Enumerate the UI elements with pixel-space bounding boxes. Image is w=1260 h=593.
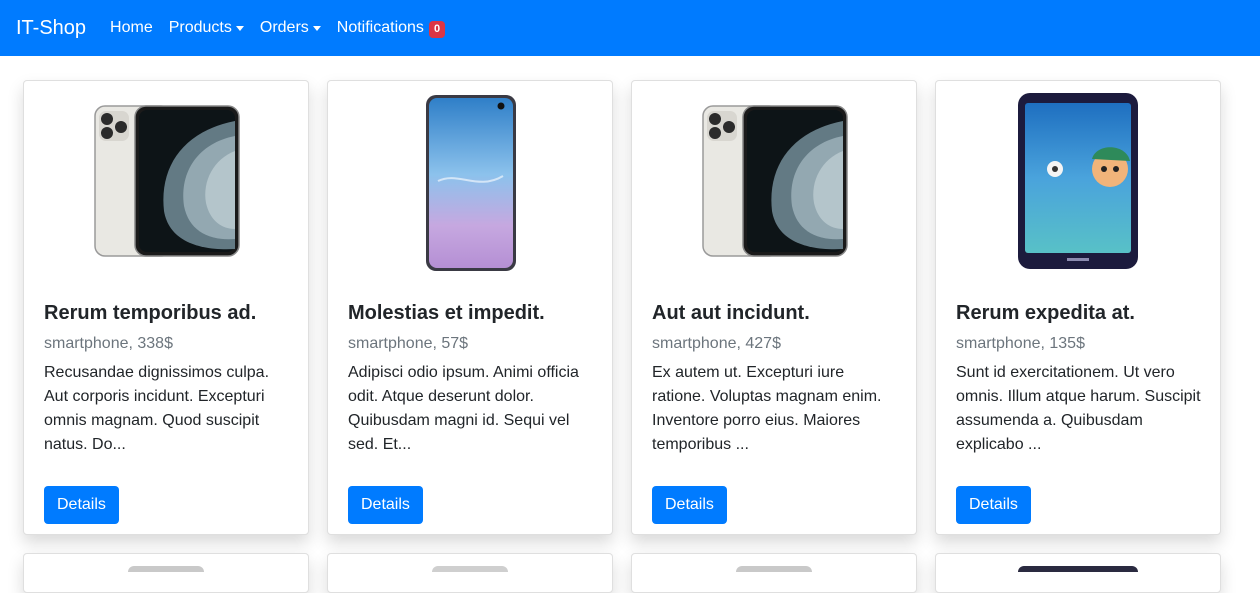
product-card: Aut aut incidunt. smartphone, 427$ Ex au… — [631, 80, 917, 535]
iphone-silver-product-image — [702, 105, 848, 257]
product-card: Molestias et impedit. smartphone, 57$ Ad… — [327, 80, 613, 535]
nav-notifications[interactable]: Notifications 0 — [336, 19, 446, 38]
product-subtitle: smartphone, 338$ — [44, 335, 173, 352]
caret-down-icon — [312, 25, 321, 31]
product-description: Adipisci odio ipsum. Animi officia odit.… — [348, 364, 579, 453]
product-title: Aut aut incidunt. — [652, 302, 810, 324]
phone-image-partial — [736, 566, 812, 572]
product-card-partial — [631, 553, 917, 593]
product-subtitle: smartphone, 427$ — [652, 335, 781, 352]
details-button[interactable]: Details — [348, 486, 423, 524]
nav-orders-label: Orders — [259, 19, 309, 36]
product-title: Molestias et impedit. — [348, 302, 545, 324]
details-button[interactable]: Details — [44, 486, 119, 524]
top-navbar: IT-Shop Home Products Orders Notificatio… — [0, 0, 1260, 56]
caret-down-icon — [235, 25, 244, 31]
product-description: Recusandae dignissimos culpa. Aut corpor… — [44, 364, 270, 453]
phone-image-partial — [128, 566, 204, 572]
nav-notifications-label: Notifications — [336, 19, 424, 36]
card-body: Rerum expedita at. smartphone, 135$ Sunt… — [956, 299, 1202, 457]
card-body: Molestias et impedit. smartphone, 57$ Ad… — [348, 299, 594, 457]
card-body: Rerum temporibus ad. smartphone, 338$ Re… — [44, 299, 290, 457]
galaxy-s10-product-image — [426, 95, 516, 271]
product-card-partial — [935, 553, 1221, 593]
product-card: Rerum temporibus ad. smartphone, 338$ Re… — [23, 80, 309, 535]
iphone-silver-product-image — [94, 105, 240, 257]
product-description: Ex autem ut. Excepturi iure ratione. Vol… — [652, 364, 882, 453]
nav-products-label: Products — [168, 19, 232, 36]
card-body: Aut aut incidunt. smartphone, 427$ Ex au… — [652, 299, 898, 457]
product-subtitle: smartphone, 135$ — [956, 335, 1085, 352]
nav-home[interactable]: Home — [110, 19, 153, 37]
brand-link[interactable]: IT-Shop — [16, 17, 86, 40]
hisense-phone-product-image — [1018, 93, 1138, 269]
product-card-partial — [327, 553, 613, 593]
nav-products-dropdown[interactable]: Products — [169, 19, 244, 37]
product-title: Rerum expedita at. — [956, 302, 1135, 324]
phone-image-partial — [432, 566, 508, 572]
notification-count-badge: 0 — [428, 20, 446, 38]
details-button[interactable]: Details — [956, 486, 1031, 524]
product-card-partial — [23, 553, 309, 593]
nav-orders-dropdown[interactable]: Orders — [260, 19, 321, 37]
details-button[interactable]: Details — [652, 486, 727, 524]
product-description: Sunt id exercitationem. Ut vero omnis. I… — [956, 364, 1201, 453]
product-card: Rerum expedita at. smartphone, 135$ Sunt… — [935, 80, 1221, 535]
nav-home-label: Home — [110, 19, 153, 36]
product-title: Rerum temporibus ad. — [44, 302, 257, 324]
product-subtitle: smartphone, 57$ — [348, 335, 469, 352]
phone-image-partial — [1018, 566, 1138, 572]
